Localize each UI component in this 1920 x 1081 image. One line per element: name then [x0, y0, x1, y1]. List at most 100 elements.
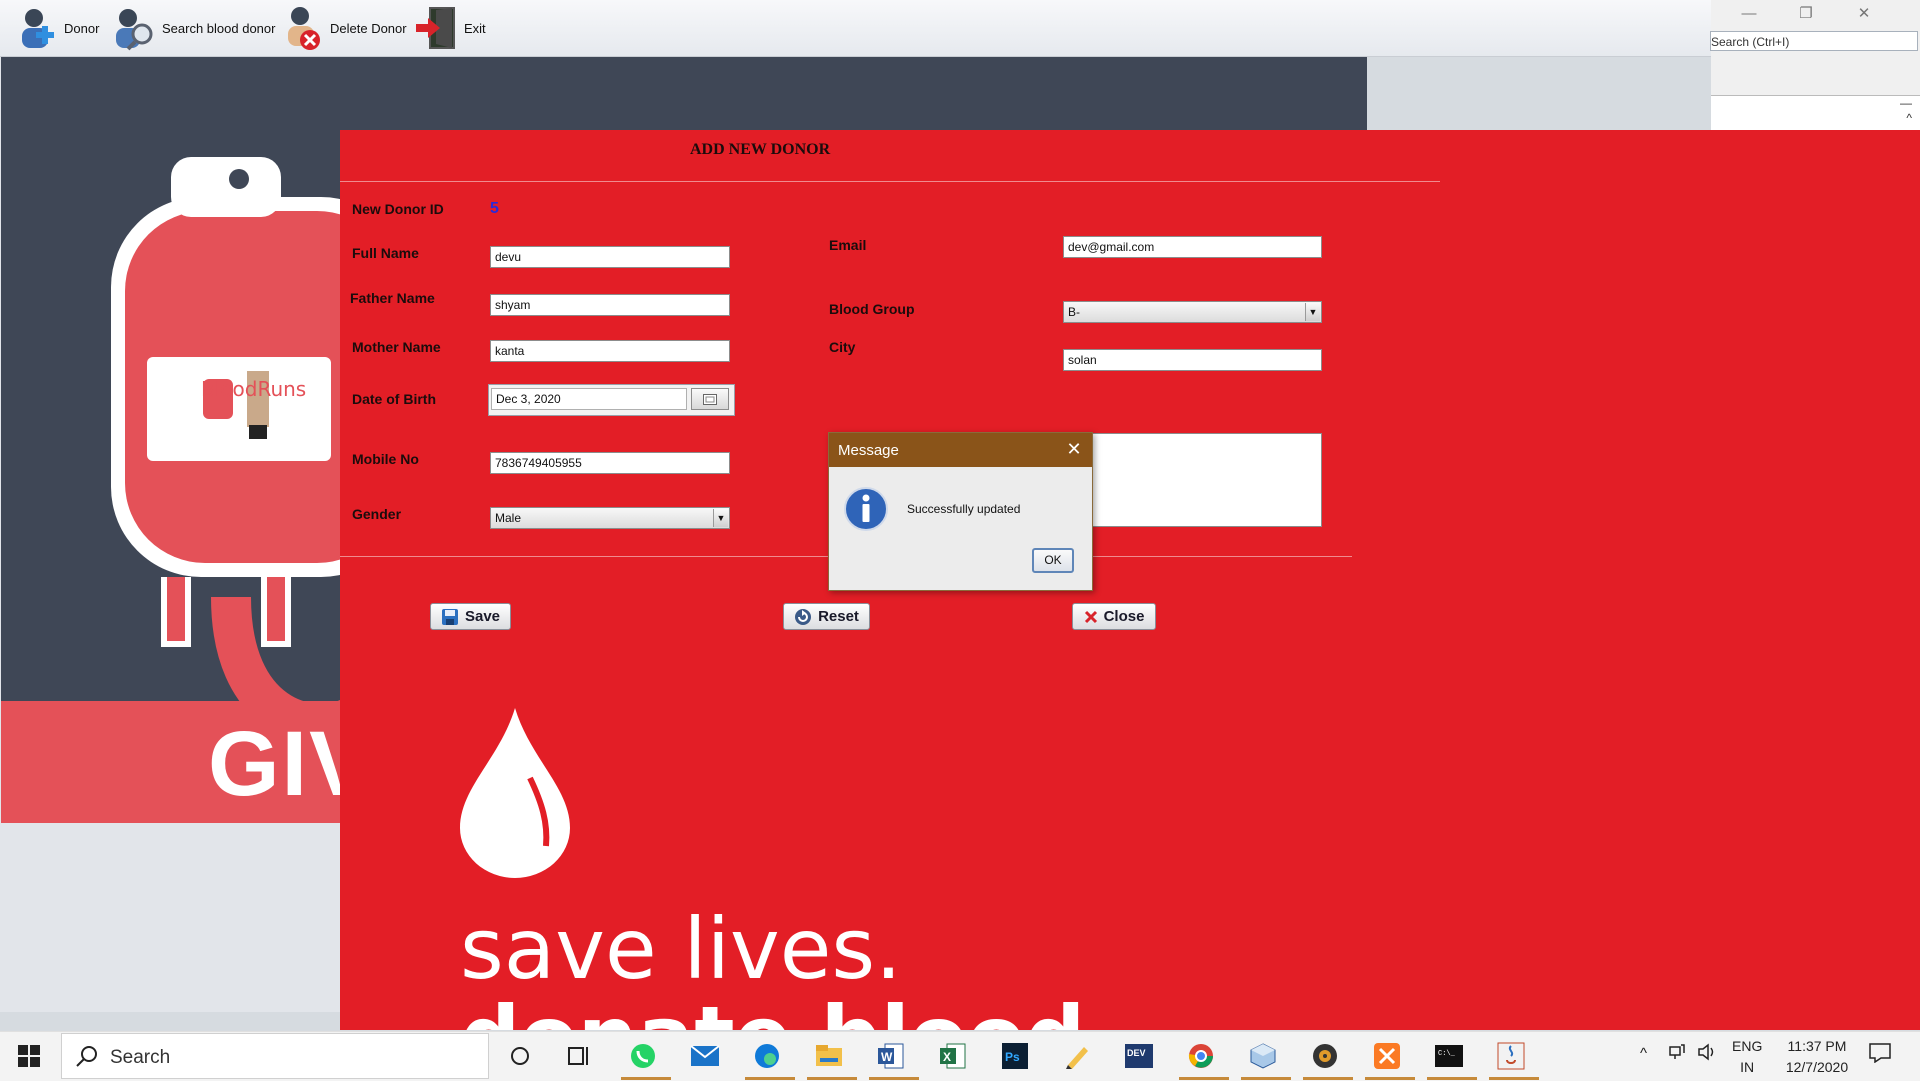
search-donor-icon: [110, 4, 158, 52]
mail-icon[interactable]: [690, 1041, 720, 1071]
cortana-icon[interactable]: [505, 1041, 535, 1071]
mother-name-field[interactable]: kanta: [490, 340, 730, 362]
search-icon: [76, 1045, 98, 1072]
form-title: ADD NEW DONOR: [690, 141, 831, 158]
title-divider: [340, 181, 1440, 182]
dialog-message: Successfully updated: [907, 502, 1021, 516]
xampp-icon[interactable]: [1372, 1041, 1402, 1071]
network-icon[interactable]: [1668, 1043, 1686, 1065]
ide-search-input[interactable]: Search (Ctrl+I): [1710, 31, 1918, 51]
reset-refresh-icon: [794, 608, 812, 626]
whatsapp-icon[interactable]: [628, 1041, 658, 1071]
java-icon[interactable]: [1496, 1041, 1526, 1071]
mother-name-label: Mother Name: [352, 339, 441, 355]
dob-label: Date of Birth: [352, 391, 436, 407]
dialog-title: Message: [838, 442, 899, 459]
word-icon[interactable]: W: [876, 1041, 906, 1071]
full-name-label: Full Name: [352, 245, 419, 261]
ide-panel-strip-2: ^: [1711, 111, 1920, 130]
chrome-icon[interactable]: [1186, 1041, 1216, 1071]
svg-text:C:\_: C:\_: [1438, 1050, 1456, 1058]
media-player-icon[interactable]: [1310, 1041, 1340, 1071]
menu-exit-label: Exit: [464, 20, 486, 36]
blood-group-select[interactable]: B- ▼: [1063, 301, 1322, 323]
save-button-label: Save: [464, 608, 501, 625]
save-disk-icon: [441, 608, 459, 626]
save-button[interactable]: Save: [430, 603, 511, 630]
menu-delete-donor[interactable]: Delete Donor: [278, 0, 407, 56]
mobile-label: Mobile No: [352, 451, 419, 467]
logo-text: BloodRuns: [201, 377, 307, 401]
reset-button[interactable]: Reset: [783, 603, 870, 630]
ok-button[interactable]: OK: [1032, 548, 1074, 573]
blood-drop-icon: [460, 708, 570, 878]
blood-group-selected: B-: [1068, 305, 1080, 319]
terminal-icon[interactable]: C:\_: [1434, 1041, 1464, 1071]
svg-text:DEV: DEV: [1127, 1048, 1146, 1058]
info-icon: [844, 487, 888, 531]
dob-picker: Dec 3, 2020: [488, 384, 735, 416]
taskbar-search-text: Search: [110, 1047, 171, 1068]
app-menu-bar: Donor Search blood donor Delete Donor Ex…: [0, 0, 1711, 57]
edge-icon[interactable]: [752, 1041, 782, 1071]
close-x-icon: [1084, 610, 1098, 624]
task-view-icon[interactable]: [565, 1041, 595, 1071]
window-close-icon[interactable]: ✕: [1844, 2, 1884, 26]
exit-door-icon: [412, 4, 460, 52]
region-code: IN: [1740, 1059, 1755, 1075]
menu-delete-donor-label: Delete Donor: [330, 20, 407, 36]
windows-start-icon[interactable]: [18, 1045, 40, 1072]
mobile-field[interactable]: 7836749405955: [490, 452, 730, 474]
speaker-icon[interactable]: [1697, 1043, 1717, 1065]
add-donor-icon: [12, 4, 60, 52]
menu-exit[interactable]: Exit: [412, 0, 486, 56]
clock[interactable]: 11:37 PM 12/7/2020: [1777, 1036, 1857, 1078]
calendar-icon[interactable]: [691, 388, 729, 410]
file-explorer-icon[interactable]: [814, 1041, 844, 1071]
panel-minimize-icon[interactable]: —: [1900, 96, 1912, 110]
city-field[interactable]: solan: [1063, 349, 1322, 371]
gender-selected: Male: [495, 511, 522, 525]
email-label: Email: [829, 237, 867, 253]
ide-panel-strip: —: [1711, 95, 1920, 117]
dialog-close-icon[interactable]: ✕: [1064, 439, 1084, 459]
language-code: ENG: [1732, 1038, 1763, 1054]
dialog-title-bar: Message ✕: [829, 433, 1092, 467]
full-name-field[interactable]: devu: [490, 246, 730, 268]
clock-date: 12/7/2020: [1785, 1059, 1849, 1075]
menu-donor[interactable]: Donor: [12, 0, 99, 56]
menu-search-donor[interactable]: Search blood donor: [110, 0, 275, 56]
reset-button-label: Reset: [818, 608, 859, 625]
chevron-up-icon[interactable]: ^: [1906, 111, 1912, 125]
taskbar-search-box[interactable]: Search: [61, 1033, 489, 1079]
email-field[interactable]: dev@gmail.com: [1063, 236, 1322, 258]
donor-id-value: 5: [490, 200, 499, 217]
notifications-icon[interactable]: [1869, 1043, 1891, 1067]
slogan-line-2: donate blood: [460, 988, 1085, 1030]
add-donor-form: ADD NEW DONOR New Donor ID 5 Full Name d…: [340, 130, 1920, 1030]
chevron-up-icon[interactable]: ^: [1640, 1045, 1647, 1062]
photoshop-icon[interactable]: Ps: [1000, 1041, 1030, 1071]
excel-icon[interactable]: X: [938, 1041, 968, 1071]
menu-search-donor-label: Search blood donor: [162, 20, 276, 36]
close-button[interactable]: Close: [1072, 603, 1156, 630]
delete-donor-icon: [278, 4, 326, 52]
restore-icon[interactable]: ❐: [1786, 2, 1826, 26]
svg-text:Ps: Ps: [1005, 1050, 1020, 1064]
clock-time: 11:37 PM: [1787, 1038, 1847, 1054]
father-name-field[interactable]: shyam: [490, 294, 730, 316]
language-indicator[interactable]: ENG IN: [1732, 1036, 1762, 1078]
donor-id-label: New Donor ID: [352, 201, 444, 217]
city-label: City: [829, 339, 856, 355]
chevron-down-icon: ▼: [713, 509, 728, 527]
minimize-icon[interactable]: —: [1729, 2, 1769, 26]
message-dialog: Message ✕ Successfully updated OK: [828, 432, 1093, 591]
close-button-label: Close: [1103, 608, 1145, 625]
address-textarea[interactable]: [1063, 433, 1322, 527]
gender-select[interactable]: Male ▼: [490, 507, 730, 529]
dob-field[interactable]: Dec 3, 2020: [491, 388, 687, 410]
gender-label: Gender: [352, 506, 402, 522]
devcpp-icon[interactable]: DEV: [1124, 1041, 1154, 1071]
virtualbox-icon[interactable]: [1248, 1041, 1278, 1071]
notepad-icon[interactable]: [1062, 1041, 1092, 1071]
